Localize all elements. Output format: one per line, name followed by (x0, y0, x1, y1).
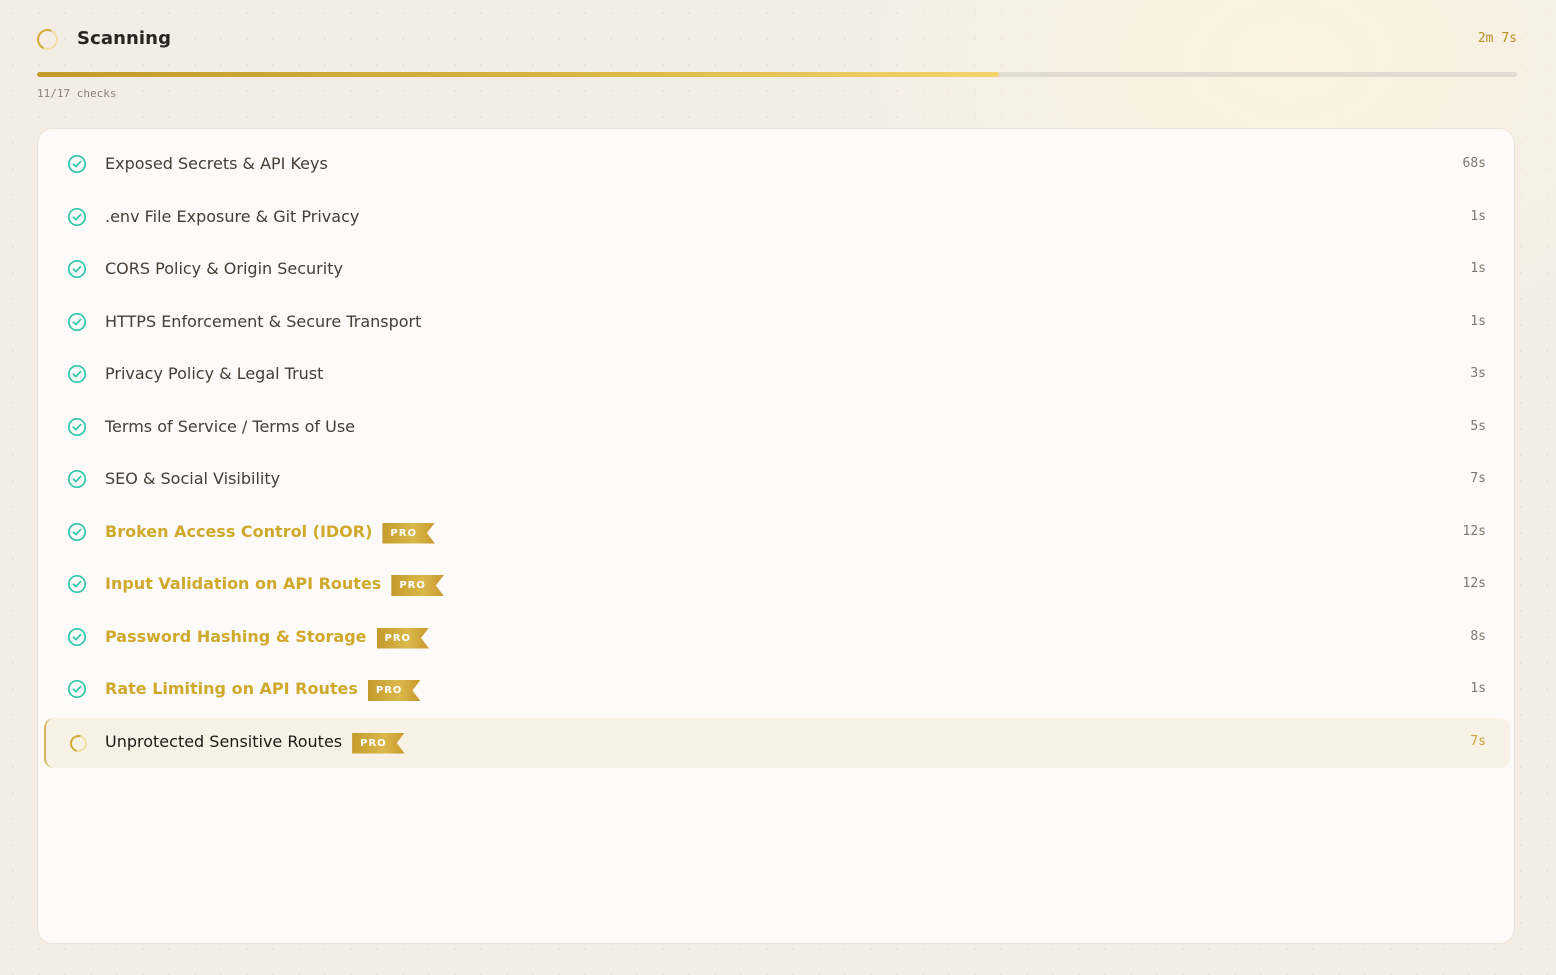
check-label: SEO & Social Visibility (105, 469, 280, 488)
check-name: Terms of Service / Terms of Use (105, 416, 356, 436)
check-circle-icon (67, 679, 87, 699)
check-row[interactable]: SEO & Social Visibility 7s (44, 455, 1510, 505)
check-circle-icon (67, 259, 87, 279)
check-label: Exposed Secrets & API Keys (105, 154, 328, 173)
check-name: Input Validation on API Routes (105, 574, 382, 593)
check-row[interactable]: Unprotected Sensitive Routes PRO 7s (44, 717, 1510, 768)
pro-badge: PRO (352, 733, 405, 754)
check-name: .env File Exposure & Git Privacy (105, 206, 360, 226)
check-name: Privacy Policy & Legal Trust (105, 364, 324, 383)
check-circle-icon (67, 574, 87, 594)
check-list: Exposed Secrets & API Keys 68s .env File E… (37, 128, 1515, 944)
check-row[interactable]: Exposed Secrets & API Keys 68s (44, 140, 1510, 190)
loading-spinner-icon (34, 26, 61, 53)
check-circle-icon (67, 312, 87, 332)
check-duration: 68s (1462, 156, 1486, 171)
check-circle-icon (67, 522, 87, 542)
check-name: HTTPS Enforcement & Secure Transport (105, 311, 422, 331)
check-row[interactable]: .env File Exposure & Git Privacy 1s (44, 193, 1510, 243)
check-circle-icon (67, 364, 87, 384)
check-row[interactable]: Broken Access Control (IDOR) PRO 12s (44, 508, 1510, 558)
check-row[interactable]: Rate Limiting on API Routes PRO 1s (44, 665, 1510, 715)
check-name: Exposed Secrets & API Keys (105, 154, 328, 173)
check-duration: 1s (1470, 681, 1486, 696)
check-duration: 8s (1470, 628, 1486, 644)
check-duration: 3s (1470, 366, 1486, 381)
check-circle-icon (67, 154, 87, 174)
check-duration: 1s (1470, 313, 1486, 329)
pro-badge: PRO (377, 628, 430, 649)
check-name: Password Hashing & Storage (105, 626, 367, 646)
check-row[interactable]: Privacy Policy & Legal Trust 3s (44, 350, 1510, 400)
check-duration: 1s (1470, 261, 1486, 276)
scan-header: Scanning 2m 7s (34, 26, 1517, 54)
checks-count: 11/17 checks (37, 87, 117, 100)
check-duration: 12s (1462, 523, 1486, 539)
check-label: Rate Limiting on API Routes PRO (105, 679, 420, 701)
check-duration: 1s (1470, 208, 1486, 224)
check-row[interactable]: Terms of Service / Terms of Use 5s (44, 403, 1510, 453)
pro-badge: PRO (368, 680, 421, 701)
check-label: Password Hashing & Storage PRO (105, 627, 429, 649)
check-duration: 7s (1470, 471, 1486, 486)
page-title: Scanning (77, 28, 172, 49)
check-circle-icon (67, 417, 87, 437)
check-label: Privacy Policy & Legal Trust (105, 364, 323, 383)
check-circle-icon (67, 207, 87, 227)
check-row[interactable]: Password Hashing & Storage PRO 8s (44, 613, 1510, 663)
check-name: Broken Access Control (IDOR) (105, 521, 373, 541)
loading-spinner-icon (66, 731, 91, 755)
pro-badge: PRO (391, 575, 444, 596)
check-label: Input Validation on API Routes PRO (105, 574, 444, 596)
check-row[interactable]: HTTPS Enforcement & Secure Transport 1s (44, 298, 1510, 348)
check-label: CORS Policy & Origin Security (105, 259, 343, 278)
check-circle-icon (67, 627, 87, 647)
check-name: SEO & Social Visibility (105, 469, 281, 488)
check-label: .env File Exposure & Git Privacy (105, 207, 359, 226)
progress-bar (37, 72, 1517, 77)
check-label: Unprotected Sensitive Routes PRO (105, 732, 405, 754)
check-row[interactable]: Input Validation on API Routes PRO 12s (44, 560, 1510, 610)
check-label: Broken Access Control (IDOR) PRO (105, 522, 435, 544)
check-duration: 5s (1470, 418, 1486, 434)
check-duration: 12s (1462, 576, 1486, 591)
progress-fill (37, 72, 999, 77)
check-circle-icon (67, 469, 87, 489)
check-label: HTTPS Enforcement & Secure Transport (105, 312, 421, 331)
pro-badge: PRO (382, 523, 435, 544)
check-name: CORS Policy & Origin Security (105, 259, 343, 278)
check-label: Terms of Service / Terms of Use (105, 417, 355, 436)
check-name: Unprotected Sensitive Routes (105, 731, 343, 751)
check-row[interactable]: CORS Policy & Origin Security 1s (44, 245, 1510, 295)
check-name: Rate Limiting on API Routes (105, 679, 358, 698)
check-duration: 7s (1470, 733, 1486, 749)
elapsed-time: 2m 7s (1477, 31, 1517, 46)
